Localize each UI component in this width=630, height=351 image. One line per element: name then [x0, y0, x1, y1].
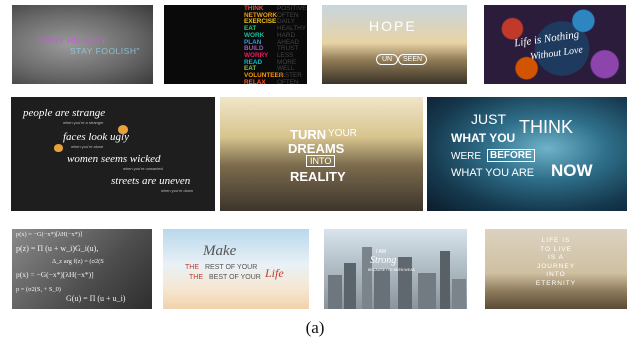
building [452, 279, 466, 309]
wallpaper-thumbnail-hope-unseen[interactable]: HOPE UN SEEN [322, 5, 467, 84]
equation-6: G(u) = Π (u + u_i) [66, 294, 126, 303]
equation-2: p(z) = Π (u + w_i)G_i(u), [16, 244, 99, 253]
quote-line-2: IS A [548, 254, 564, 261]
wallpaper-thumbnail-stay-hungry[interactable]: "STAY HUNGRY STAY FOOLISH" [12, 5, 153, 84]
word-before: BEFORE [487, 149, 535, 162]
equation-5: p = (σ2(S, + S_0) [16, 286, 61, 293]
quote-line-4: streets are uneven [111, 175, 191, 187]
face-icon [118, 125, 128, 134]
quote-line-3: women seems wicked [67, 153, 161, 165]
quote-stack: LIFE IS TO LIVE IS A JOURNEY INTO ETERNITY [485, 237, 627, 288]
word-what-you: WHAT YOU [451, 131, 516, 145]
equation-1: p(x) = −G(−x*)[λH(−x*)] [16, 231, 83, 238]
word-your: YOUR [328, 128, 357, 139]
face-icon [54, 144, 63, 152]
wallpaper-thumbnail-people-are-strange[interactable]: people are strange when you're a strange… [11, 97, 215, 211]
wallpaper-thumbnail-think-positively[interactable]: THINK NETWORK EXERCISE EAT WORK PLAN BUILD WORR… [164, 5, 307, 84]
wallpaper-thumbnail-life-without-love[interactable]: Life is Nothing Without Love [484, 5, 626, 84]
word-turn: TURN [290, 127, 327, 142]
unseen-word-left: UN [376, 54, 399, 65]
unseen-word-right: SEEN [398, 54, 428, 65]
word-best-of-your: BEST OF YOUR [209, 274, 261, 281]
quote-line-1: people are strange [23, 107, 106, 119]
word-list-right: POSITIVELYOFTENDAILYHEALTHYHARDAHEADTRUS… [277, 5, 307, 84]
word-what-you-are: WHAT YOU ARE [451, 167, 535, 179]
wallpaper-thumbnail-turn-dreams-into-reality[interactable]: TURN YOUR DREAMS INTO REALITY [220, 97, 423, 211]
building [328, 275, 342, 309]
quote-sub-4: when you're down [161, 188, 194, 193]
building [374, 269, 390, 309]
wallpaper-thumbnail-i-am-strong[interactable]: I AM Strong BECAUSE I'VE BEEN WEAK [324, 229, 467, 309]
quote-sub-3: when you're unwanted [123, 166, 163, 171]
word-make: Make [203, 243, 237, 259]
quote-line-3: JOURNEY [536, 262, 576, 270]
quote-line-4: INTO [546, 271, 566, 278]
quote-sub-1: when you're a stranger [63, 120, 104, 125]
word-think: THINK [519, 117, 573, 137]
hope-word: HOPE [369, 18, 417, 34]
word-life: Life [265, 266, 284, 280]
quote-line-2: STAY FOOLISH" [70, 46, 140, 56]
word-strong: Strong [370, 255, 397, 266]
word-just: JUST [471, 111, 506, 127]
wallpaper-thumbnail-make-the-rest[interactable]: Make THE REST OF YOUR THE BEST OF YOUR L… [163, 229, 309, 309]
figure-caption: (a) [305, 318, 325, 337]
word-into: INTO [306, 155, 336, 167]
quote-line-2: Without Love [529, 44, 584, 63]
equation-4: p(x) = −G(−x*)[λH(−x*)] [16, 270, 94, 279]
wallpaper-thumbnail-just-what-you-think[interactable]: JUST WHAT YOU THINK WERE BEFORE WHAT YOU… [427, 97, 627, 211]
quote-sub-2: when you're alone [71, 144, 104, 149]
word-rest-of-your: REST OF YOUR [205, 264, 258, 271]
quote-line-0: LIFE IS [541, 237, 571, 244]
building [344, 263, 356, 309]
wallpaper-thumbnail-life-is-journey[interactable]: LIFE IS TO LIVE IS A JOURNEY INTO ETERNITY [485, 229, 627, 309]
equation-3: Δ_z arg f(z) = (σ2(S [52, 258, 104, 265]
word-the-2: THE [189, 274, 203, 281]
word-because: BECAUSE I'VE BEEN WEAK [368, 268, 416, 272]
building [398, 257, 412, 309]
building [440, 251, 450, 309]
word-right-11: OFTEN [277, 78, 299, 84]
word-dreams: DREAMS [288, 141, 345, 156]
wallpaper-thumbnail-math-equations[interactable]: p(x) = −G(−x*)[λH(−x*)] p(z) = Π (u + w_… [12, 229, 152, 309]
word-reality: REALITY [290, 169, 346, 184]
word-were: WERE [451, 151, 481, 162]
word-the-1: THE [185, 264, 199, 271]
quote-line-5: ETERNITY [535, 279, 577, 287]
quote-line-1: TO LIVE [540, 245, 572, 253]
building [418, 273, 436, 309]
quote-line-1: "STAY HUNGRY [38, 36, 107, 46]
word-now: NOW [551, 161, 593, 180]
